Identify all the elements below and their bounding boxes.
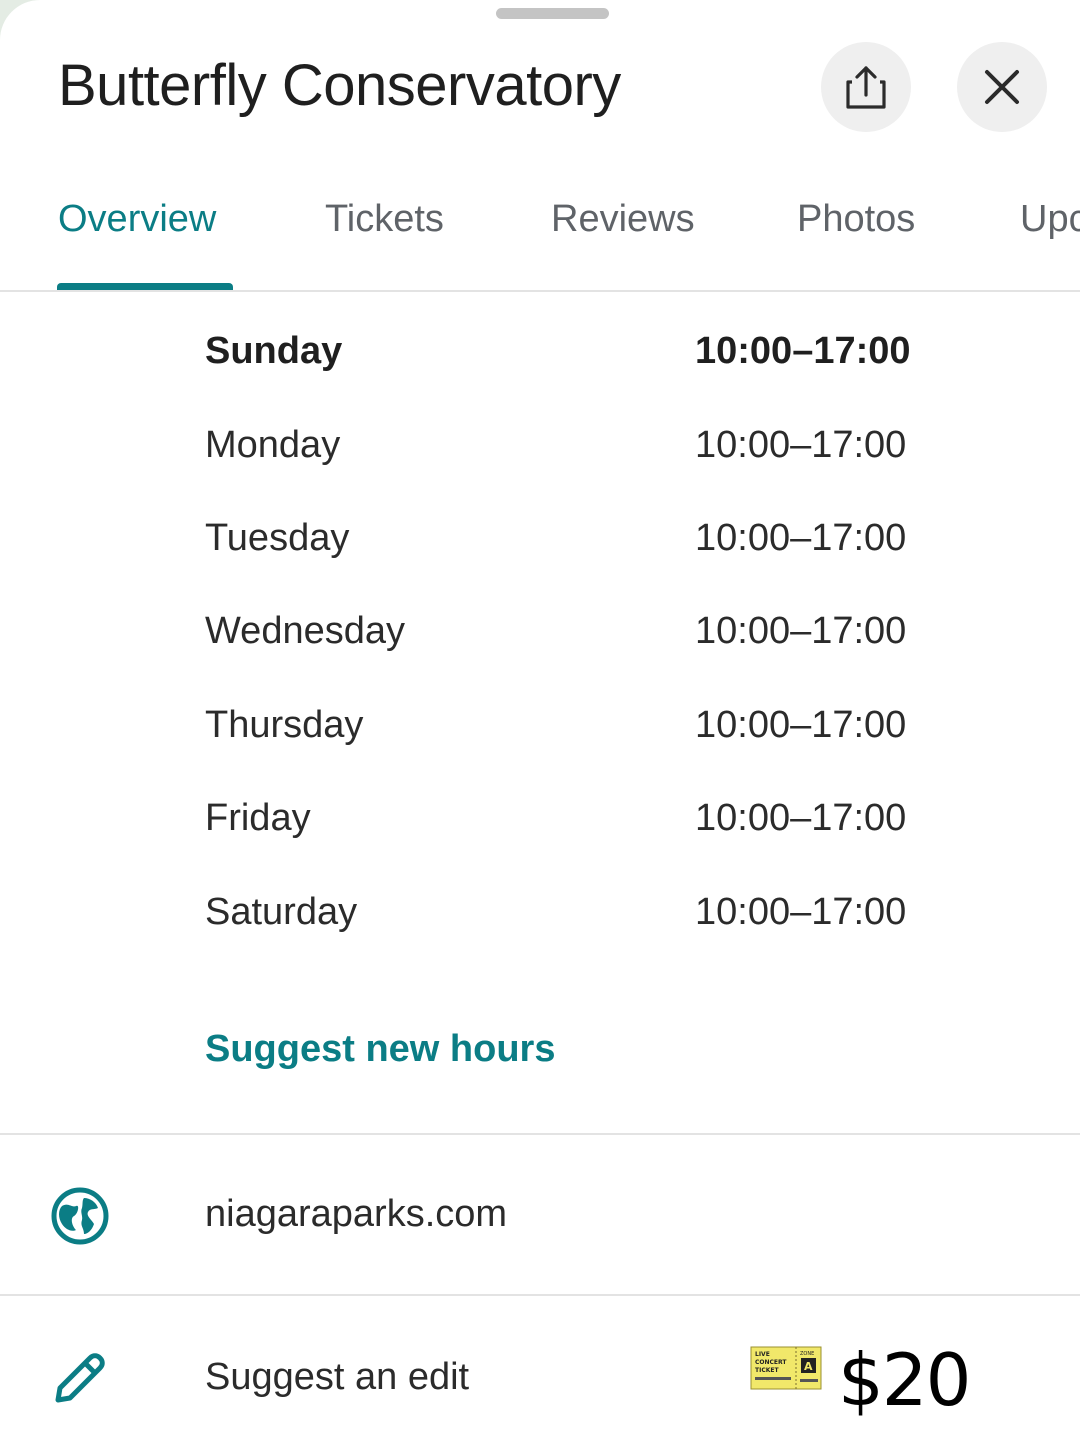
close-button[interactable] [957, 42, 1047, 132]
day-label: Thursday [205, 704, 364, 746]
tab-reviews[interactable]: Reviews [551, 198, 695, 241]
ticket-text-zone-letter: A [804, 1360, 813, 1373]
hours-row-saturday: Saturday 10:00–17:00 [0, 891, 1080, 951]
place-title: Butterfly Conservatory [58, 53, 621, 118]
time-range: 10:00–17:00 [695, 610, 907, 652]
time-range: 10:00–17:00 [695, 797, 907, 839]
drag-handle[interactable] [496, 8, 609, 19]
time-range: 10:00–17:00 [695, 424, 907, 466]
day-label: Tuesday [205, 517, 350, 559]
hours-row-sunday: Sunday 10:00–17:00 [0, 330, 1080, 390]
ticket-text-zone: ZONE [800, 1351, 814, 1357]
hours-row-friday: Friday 10:00–17:00 [0, 797, 1080, 857]
ticket-text-ticket: TICKET [755, 1367, 779, 1374]
tab-overview[interactable]: Overview [58, 198, 216, 241]
day-label: Saturday [205, 891, 358, 933]
tab-tickets[interactable]: Tickets [325, 198, 444, 241]
close-icon [985, 70, 1019, 104]
ticket-text-concert: CONCERT [755, 1359, 787, 1366]
concert-ticket-image: LIVE CONCERT TICKET ZONE A [750, 1346, 822, 1390]
ticket-text-live: LIVE [755, 1351, 770, 1358]
tab-updates[interactable]: Upc [1020, 198, 1080, 241]
divider [0, 1294, 1080, 1296]
suggest-new-hours-link[interactable]: Suggest new hours [205, 1028, 555, 1071]
suggest-edit-label: Suggest an edit [205, 1356, 470, 1398]
active-tab-indicator [57, 283, 233, 290]
time-range: 10:00–17:00 [695, 891, 907, 933]
hours-row-thursday: Thursday 10:00–17:00 [0, 704, 1080, 764]
time-range: 10:00–17:00 [695, 517, 907, 559]
hours-row-wednesday: Wednesday 10:00–17:00 [0, 610, 1080, 670]
tab-photos[interactable]: Photos [797, 198, 915, 241]
website-link: niagaraparks.com [205, 1193, 508, 1235]
pencil-icon [48, 1346, 112, 1410]
place-sheet: Butterfly Conservatory Overview Tickets … [0, 0, 1080, 1440]
website-row[interactable]: niagaraparks.com [0, 1150, 1080, 1280]
day-label: Friday [205, 797, 311, 839]
globe-icon [48, 1184, 112, 1248]
time-range: 10:00–17:00 [695, 704, 907, 746]
day-label: Sunday [205, 330, 343, 372]
day-label: Monday [205, 424, 341, 466]
hours-row-tuesday: Tuesday 10:00–17:00 [0, 517, 1080, 577]
divider [0, 1133, 1080, 1135]
time-range: 10:00–17:00 [695, 330, 911, 372]
day-label: Wednesday [205, 610, 405, 652]
tab-bar: Overview Tickets Reviews Photos Upc [0, 180, 1080, 292]
share-button[interactable] [821, 42, 911, 132]
share-icon [846, 66, 886, 109]
ticket-price: $20 [838, 1338, 971, 1422]
hours-row-monday: Monday 10:00–17:00 [0, 424, 1080, 484]
